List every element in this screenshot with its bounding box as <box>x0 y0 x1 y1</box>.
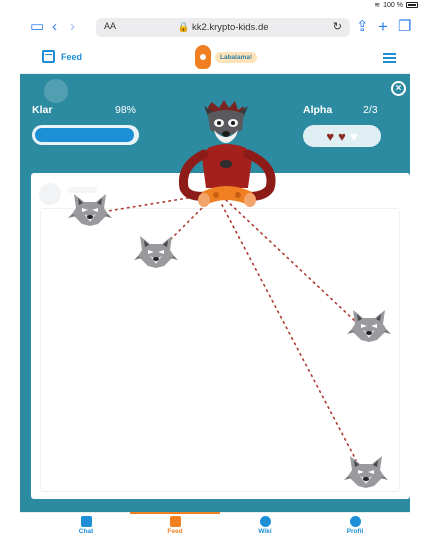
device-status-bar: ≋ 100 % <box>0 0 426 12</box>
back-icon[interactable]: ‹ <box>52 18 57 36</box>
share-icon[interactable]: ⇪ <box>356 18 369 36</box>
tabs-overview-icon[interactable]: ❐ <box>398 18 411 36</box>
fox-logo-icon <box>195 45 211 69</box>
nav-item-feed[interactable]: Feed <box>145 516 205 535</box>
reload-icon[interactable]: ↻ <box>333 20 342 33</box>
app-logo[interactable]: Labalama! <box>195 45 258 69</box>
wifi-icon: ≋ <box>374 2 381 9</box>
calendar-icon <box>42 50 55 63</box>
wolf-head-icon[interactable] <box>134 234 178 268</box>
lives-hearts: ♥ ♥ ♥ <box>303 125 381 147</box>
alpha-label: Alpha <box>303 104 333 116</box>
nav-item-chat[interactable]: Chat <box>56 516 116 535</box>
wolf-head-icon[interactable] <box>68 192 112 226</box>
heart-icon: ♥ <box>349 128 358 144</box>
feed-label: Feed <box>61 51 83 62</box>
active-tab-indicator <box>130 512 220 514</box>
nav-item-wiki[interactable]: Wiki <box>235 516 295 535</box>
feed-nav-link[interactable]: Feed <box>42 50 82 63</box>
klar-progress-bar <box>32 125 139 145</box>
alpha-count: 2/3 <box>363 104 378 116</box>
battery-text: 100 % <box>383 1 403 9</box>
heart-icon: ♥ <box>326 128 335 144</box>
klar-label: Klar <box>32 104 53 116</box>
profile-icon <box>349 516 361 527</box>
wolf-head-icon[interactable] <box>347 308 391 342</box>
menu-icon[interactable] <box>383 53 396 63</box>
forward-icon[interactable]: › <box>70 18 75 36</box>
app-header: Feed Labalama! <box>20 42 410 74</box>
battery-icon <box>406 2 418 8</box>
url-text: 🔒 kk2.krypto-kids.de <box>177 22 269 33</box>
bottom-navigation: Chat Feed Wiki Profil <box>20 512 410 537</box>
close-button[interactable]: × <box>391 81 406 96</box>
gamer-wolf-character <box>178 100 276 207</box>
calendar-icon <box>169 516 181 527</box>
nav-item-profil[interactable]: Profil <box>325 516 385 535</box>
sidebar-toggle-icon[interactable]: ▭ <box>30 18 44 36</box>
browser-toolbar: ▭ ‹ › AA 🔒 kk2.krypto-kids.de ↻ ⇪ + ❐ <box>0 12 426 42</box>
logo-bubble: Labalama! <box>215 51 258 63</box>
wiki-icon <box>259 516 271 527</box>
new-tab-icon[interactable]: + <box>378 18 388 36</box>
chat-icon <box>80 516 92 527</box>
heart-icon: ♥ <box>338 128 346 144</box>
klar-percent: 98% <box>115 104 137 116</box>
wolf-head-icon[interactable] <box>344 454 388 488</box>
address-bar[interactable]: AA 🔒 kk2.krypto-kids.de ↻ <box>96 18 350 37</box>
klar-progress-fill <box>35 128 134 142</box>
